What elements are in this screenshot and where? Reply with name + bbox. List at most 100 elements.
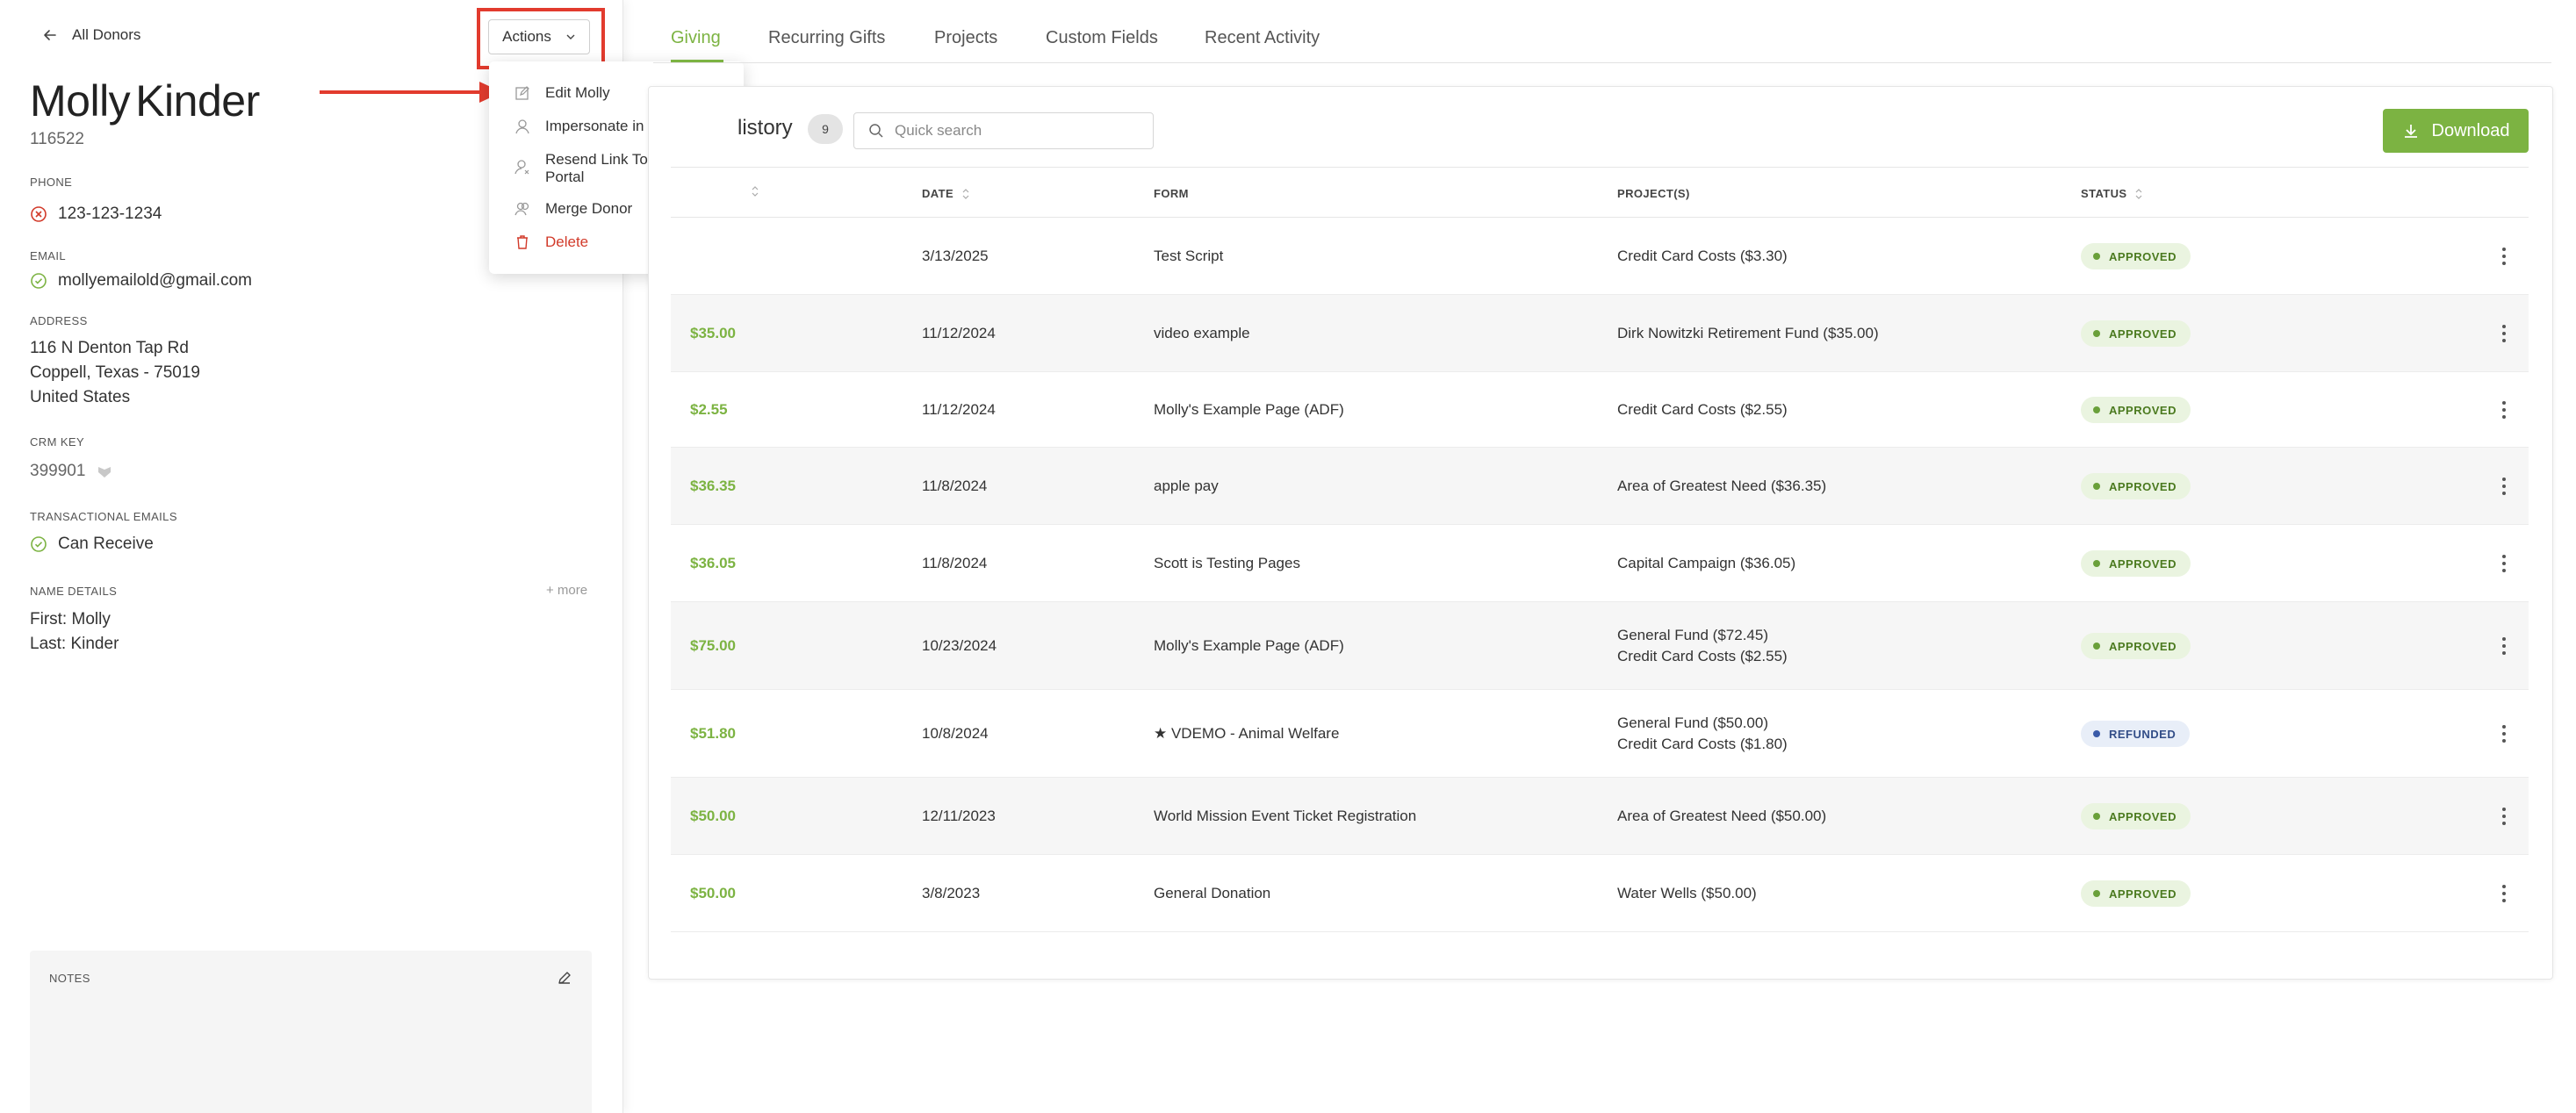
status-text: APPROVED: [2109, 403, 2177, 417]
notes-panel[interactable]: NOTES: [30, 951, 592, 1113]
phone-value[interactable]: 123-123-1234: [30, 202, 162, 226]
sort-icon[interactable]: [752, 185, 759, 197]
status-text: REFUNDED: [2109, 727, 2177, 741]
row-form: Molly's Example Page (ADF): [1154, 401, 1344, 418]
sort-icon: [962, 188, 969, 199]
back-to-all-donors-link[interactable]: All Donors: [42, 26, 140, 44]
row-amount: $51.80: [690, 725, 736, 742]
more-vertical-icon[interactable]: [2495, 883, 2513, 904]
column-date[interactable]: DATE: [922, 187, 969, 200]
table-row[interactable]: $35.00 11/12/2024 video example Dirk Now…: [671, 295, 2529, 372]
status-dot: [2093, 730, 2100, 737]
row-amount: $50.00: [690, 885, 736, 901]
row-date: 12/11/2023: [922, 808, 996, 824]
email-label: EMAIL: [30, 249, 67, 262]
menu-item-delete-label: Delete: [545, 233, 589, 250]
arrow-left-icon: [44, 30, 56, 40]
donor-last-name: Kinder: [135, 76, 260, 126]
tab-recent-activity[interactable]: Recent Activity: [1205, 28, 1320, 48]
user-link-icon: [514, 160, 529, 175]
status-text: APPROVED: [2109, 639, 2177, 653]
user-icon: [515, 119, 529, 134]
email-value[interactable]: mollyemailold@gmail.com: [30, 269, 252, 293]
table-row[interactable]: $2.55 11/12/2024 Molly's Example Page (A…: [671, 372, 2529, 448]
row-date: 10/8/2024: [922, 725, 989, 742]
pencil-edit-icon[interactable]: [557, 970, 572, 986]
row-project-secondary: Credit Card Costs ($2.55): [1617, 648, 1788, 664]
more-vertical-icon[interactable]: [2495, 399, 2513, 420]
donor-first-name: Molly: [30, 76, 131, 126]
more-vertical-icon[interactable]: [2495, 246, 2513, 267]
row-amount: $50.00: [690, 808, 736, 824]
status-text: APPROVED: [2109, 887, 2177, 901]
transactional-emails-label: TRANSACTIONAL EMAILS: [30, 510, 177, 523]
status-badge: APPROVED: [2081, 397, 2191, 423]
tab-giving[interactable]: Giving: [671, 28, 721, 48]
crm-logo-icon: [98, 467, 112, 478]
status-badge: APPROVED: [2081, 243, 2191, 269]
search-icon: [869, 124, 883, 138]
tab-recurring-gifts[interactable]: Recurring Gifts: [768, 28, 885, 48]
download-icon: [2404, 125, 2417, 138]
row-amount: $2.55: [690, 401, 728, 418]
more-vertical-icon[interactable]: [2495, 635, 2513, 657]
tab-custom-fields[interactable]: Custom Fields: [1046, 28, 1158, 48]
row-form: video example: [1154, 325, 1250, 341]
name-detail-last: Last: Kinder: [30, 635, 119, 653]
table-row[interactable]: $36.05 11/8/2024 Scott is Testing Pages …: [671, 525, 2529, 602]
menu-item-merge[interactable]: Merge Donor: [514, 200, 632, 218]
row-form: ★ VDEMO - Animal Welfare: [1154, 725, 1340, 742]
trash-icon: [517, 235, 528, 249]
address-line-3: United States: [30, 388, 131, 406]
chevron-down-icon: [566, 34, 575, 39]
actions-dropdown-button[interactable]: Actions: [488, 19, 590, 54]
column-status[interactable]: STATUS: [2081, 187, 2142, 200]
crm-key: 399901: [30, 462, 86, 480]
tab-projects[interactable]: Projects: [934, 28, 997, 48]
giving-history-title: listory: [738, 116, 793, 140]
download-button[interactable]: Download: [2383, 109, 2529, 153]
status-dot: [2093, 813, 2100, 820]
status-dot: [2093, 643, 2100, 650]
table-row[interactable]: $50.00 3/8/2023 General Donation Water W…: [671, 855, 2529, 932]
menu-item-merge-label: Merge Donor: [545, 200, 633, 217]
menu-item-delete[interactable]: Delete: [514, 233, 588, 251]
status-badge: APPROVED: [2081, 550, 2191, 577]
donor-id: 116522: [30, 130, 84, 148]
table-row[interactable]: $50.00 12/11/2023 World Mission Event Ti…: [671, 778, 2529, 855]
status-badge: APPROVED: [2081, 473, 2191, 499]
menu-item-edit[interactable]: Edit Molly: [514, 84, 610, 102]
crm-key-label: CRM KEY: [30, 435, 85, 449]
column-projects-label: PROJECT(S): [1617, 187, 1690, 200]
table-row[interactable]: $36.35 11/8/2024 apple pay Area of Great…: [671, 448, 2529, 525]
donor-name: Molly Kinder: [30, 75, 260, 126]
more-vertical-icon[interactable]: [2495, 553, 2513, 574]
row-date: 10/23/2024: [922, 637, 997, 654]
crm-key-value: 399901: [30, 459, 113, 484]
more-vertical-icon[interactable]: [2495, 323, 2513, 344]
table-row[interactable]: $75.00 10/23/2024 Molly's Example Page (…: [671, 602, 2529, 690]
row-amount: $36.35: [690, 478, 736, 494]
row-project: Area of Greatest Need ($36.35): [1617, 478, 1827, 494]
status-text: APPROVED: [2109, 327, 2177, 341]
back-link-label: All Donors: [72, 26, 141, 43]
table-row[interactable]: 3/13/2025 Test Script Credit Card Costs …: [671, 218, 2529, 295]
row-form: General Donation: [1154, 885, 1271, 901]
table-row[interactable]: $51.80 10/8/2024 ★ VDEMO - Animal Welfar…: [671, 690, 2529, 778]
more-vertical-icon[interactable]: [2495, 476, 2513, 497]
row-amount: $75.00: [690, 637, 736, 654]
row-date: 11/12/2024: [922, 325, 996, 341]
quick-search-input[interactable]: [895, 122, 1132, 140]
row-project: Area of Greatest Need ($50.00): [1617, 808, 1827, 824]
status-dot: [2093, 890, 2100, 897]
name-detail-first: First: Molly: [30, 610, 111, 628]
more-vertical-icon[interactable]: [2495, 723, 2513, 744]
status-text: APPROVED: [2109, 556, 2177, 571]
verified-check-circle-icon: [31, 273, 47, 289]
status-dot: [2093, 406, 2100, 413]
quick-search[interactable]: [853, 112, 1154, 149]
more-name-details-link[interactable]: + more: [546, 583, 587, 598]
more-vertical-icon[interactable]: [2495, 806, 2513, 827]
giving-table-header: DATE FORM PROJECT(S) STATUS: [671, 167, 2529, 218]
giving-count-badge: 9: [808, 114, 843, 144]
